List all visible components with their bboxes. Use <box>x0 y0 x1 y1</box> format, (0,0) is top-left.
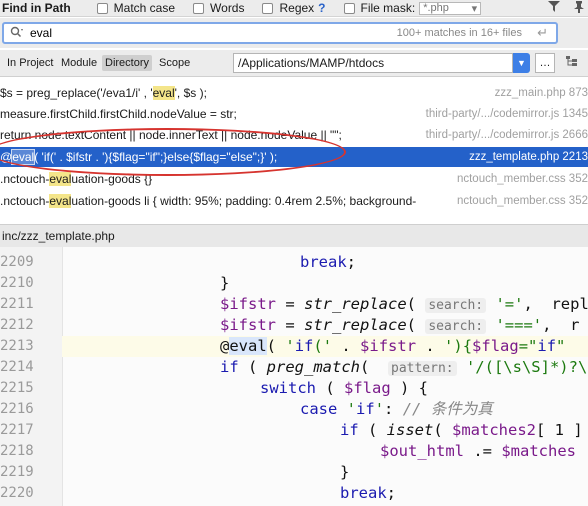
result-file: nctouch_member.css 352 <box>456 195 588 207</box>
file-mask-checkbox[interactable] <box>343 2 355 14</box>
line-number: 2209 <box>0 254 34 270</box>
code-line: break; <box>300 253 357 271</box>
match-count: 100+ matches in 16+ files <box>396 27 522 39</box>
directory-field[interactable]: /Applications/MAMP/htdocs <box>233 53 513 73</box>
result-file: nctouch_member.css 352 <box>456 173 588 185</box>
folder-tree-icon[interactable] <box>566 55 578 70</box>
line-number: 2210 <box>0 275 34 291</box>
topbar-tools <box>548 0 584 16</box>
browse-button[interactable]: … <box>535 53 555 73</box>
line-number: 2220 <box>0 485 34 501</box>
file-mask-value: *.php <box>423 2 449 14</box>
result-file: zzz_main.php 873 <box>494 87 588 99</box>
scope-row: In Project Module Directory Scope /Appli… <box>0 50 588 77</box>
line-number: 2218 <box>0 443 34 459</box>
tab-directory[interactable]: Directory <box>102 55 153 71</box>
annotation-circle <box>0 128 346 176</box>
result-file: third-party/.../codemirror.js 1345 <box>425 108 588 120</box>
chevron-down-icon: ▼ <box>517 58 526 68</box>
search-input[interactable]: eval 100+ matches in 16+ files ↵ <box>2 22 558 44</box>
tab-in-project[interactable]: In Project <box>4 55 56 71</box>
result-row[interactable]: .nctouch-evaluation-goods li { width: 95… <box>0 191 588 211</box>
tab-module[interactable]: Module <box>58 55 100 71</box>
match-highlight: eval <box>49 172 72 186</box>
file-mask-field[interactable]: *.php ▾ <box>419 1 482 15</box>
line-number: 2219 <box>0 464 34 480</box>
file-mask-label: File mask: <box>360 1 416 15</box>
directory-path: /Applications/MAMP/htdocs <box>238 56 385 70</box>
dialog-title: Find in Path <box>2 1 71 15</box>
line-number: 2217 <box>0 422 34 438</box>
match-case-label: Match case <box>113 1 176 15</box>
line-number: 2211 <box>0 296 34 312</box>
pin-icon[interactable] <box>574 0 584 16</box>
words-checkbox[interactable] <box>193 2 205 14</box>
search-icon[interactable] <box>10 26 24 41</box>
code-line: if ( preg_match( pattern: '/([\s\S]*)?\ <box>220 358 588 376</box>
code-line: $ifstr = str_replace( search: '=', repl <box>220 295 588 313</box>
words-option[interactable]: Words <box>193 1 244 15</box>
search-query-text: eval <box>30 26 53 40</box>
regex-label: Regex <box>279 1 315 15</box>
result-code: .nctouch-evaluation-goods li { width: 95… <box>0 194 417 208</box>
line-number: 2212 <box>0 317 34 333</box>
filter-icon[interactable] <box>548 1 560 15</box>
preview-file-header: inc/zzz_template.php <box>0 224 588 248</box>
match-case-checkbox[interactable] <box>96 2 108 14</box>
line-number: 2213 <box>0 338 34 354</box>
code-line: @eval( 'if(' . $ifstr . '){$flag="if" <box>220 337 566 355</box>
preview-file-path: inc/zzz_template.php <box>2 229 115 243</box>
result-row[interactable]: $s = preg_replace('/eva1/i' , 'eval', $s… <box>0 83 588 103</box>
result-file: zzz_template.php 2213 <box>469 151 588 163</box>
chevron-down-icon: ▾ <box>471 2 478 15</box>
match-highlight: eval <box>49 194 72 208</box>
result-code: measure.firstChild.firstChild.nodeValue … <box>0 107 237 121</box>
code-line: } <box>340 463 350 481</box>
find-options-bar: Find in Path Match case Words Regex ? Fi… <box>0 0 588 17</box>
code-line: case 'if': // 条件为真 <box>300 400 493 418</box>
new-line-icon[interactable]: ↵ <box>537 25 548 41</box>
match-case-option[interactable]: Match case <box>96 1 176 15</box>
code-preview[interactable]: 2209 2210 2211 2212 2213 2214 2215 2216 … <box>0 247 588 506</box>
line-number: 2215 <box>0 380 34 396</box>
match-highlight: eval <box>152 86 175 100</box>
words-label: Words <box>210 1 245 15</box>
file-mask-option[interactable]: File mask: *.php ▾ <box>343 1 482 15</box>
code-line: break; <box>340 484 397 502</box>
code-line: $ifstr = str_replace( search: '===', r <box>220 316 580 334</box>
regex-option[interactable]: Regex ? <box>262 1 326 15</box>
search-row: eval 100+ matches in 16+ files ↵ <box>0 18 588 48</box>
result-file: third-party/.../codemirror.js 2666 <box>425 129 588 141</box>
tab-scope[interactable]: Scope <box>156 55 193 71</box>
result-row[interactable]: measure.firstChild.firstChild.nodeValue … <box>0 104 588 124</box>
line-number: 2214 <box>0 359 34 375</box>
ellipsis-icon: … <box>539 57 551 69</box>
code-line: $out_html .= $matches <box>380 442 576 460</box>
directory-dropdown-button[interactable]: ▼ <box>513 53 530 73</box>
code-line: } <box>220 274 230 292</box>
code-line: if ( isset( $matches2[ 1 ] <box>340 421 583 439</box>
code-line: switch ( $flag ) { <box>260 379 428 397</box>
result-code: $s = preg_replace('/eva1/i' , 'eval', $s… <box>0 86 207 100</box>
regex-help-link[interactable]: ? <box>318 1 325 15</box>
regex-checkbox[interactable] <box>262 2 274 14</box>
line-number: 2216 <box>0 401 34 417</box>
